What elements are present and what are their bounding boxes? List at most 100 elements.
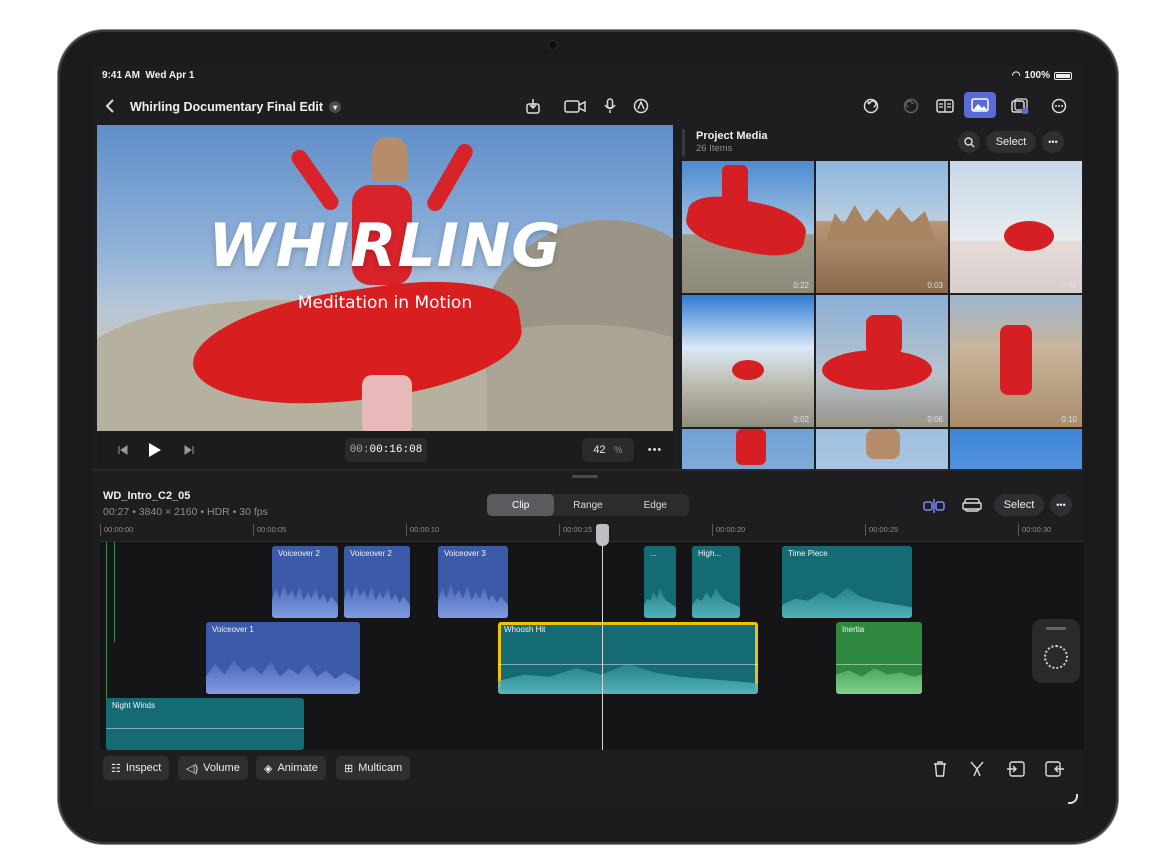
browser-more-button[interactable]: ••• [1042, 131, 1064, 153]
media-thumbnail[interactable] [950, 429, 1082, 469]
audio-clip[interactable]: Voiceover 2 [272, 546, 338, 618]
playhead[interactable] [602, 526, 603, 750]
multicam-icon: ⊞ [344, 762, 354, 775]
edit-mode-segmented: Clip Range Edge [487, 494, 689, 516]
search-icon[interactable] [958, 131, 980, 153]
more-icon[interactable] [1047, 94, 1071, 118]
thumb-figure [866, 315, 902, 355]
volume-line [106, 728, 304, 730]
browser-subtitle: 26 Items [696, 143, 733, 154]
ruler-tick: 00:00:00 [100, 524, 133, 536]
audio-clip[interactable]: ... [644, 546, 676, 618]
media-thumbnail[interactable]: 0:10 [950, 295, 1082, 427]
snapping-icon[interactable] [922, 494, 946, 518]
chevron-left-icon[interactable] [98, 94, 122, 118]
zoom-control[interactable]: 42 % [582, 438, 634, 462]
media-thumbnail[interactable] [682, 429, 814, 469]
playhead-handle[interactable] [596, 524, 609, 546]
thumb-figure [1000, 325, 1032, 395]
animate-button[interactable]: ◈ Animate [256, 756, 326, 780]
segment-edge[interactable]: Edge [622, 494, 689, 516]
clip-label: Time Piece [788, 549, 828, 558]
volume-line [836, 663, 922, 665]
bottom-toolbar: ☷ Inspect ◁) Volume ◈ Animate ⊞ Multicam [92, 750, 1084, 808]
audio-clip[interactable]: Voiceover 2 [344, 546, 410, 618]
inspect-button[interactable]: ☷ Inspect [103, 756, 170, 780]
timeline-select-button[interactable]: Select [994, 494, 1044, 516]
inspect-icon: ☷ [111, 762, 121, 775]
resize-handle[interactable] [572, 475, 598, 478]
thumb-duration: 0:06 [927, 415, 943, 424]
segment-range[interactable]: Range [554, 494, 621, 516]
viewer-more-button[interactable]: ••• [643, 438, 667, 462]
add-media-icon[interactable] [1008, 94, 1032, 118]
media-thumbnail[interactable]: 0:06 [816, 295, 948, 427]
segment-clip[interactable]: Clip [487, 494, 555, 516]
dancer-hat [372, 137, 408, 181]
timeline-more-button[interactable]: ••• [1050, 494, 1072, 516]
jog-knob[interactable] [1044, 645, 1068, 669]
ruler-tick: 00:00:15 [559, 524, 592, 536]
ruler-tick: 00:00:30 [1018, 524, 1051, 536]
video-viewer[interactable]: WHIRLING Meditation in Motion [97, 125, 673, 431]
inspector-layout-icon[interactable] [933, 94, 957, 118]
chevron-down-icon: ▾ [329, 101, 342, 113]
voiceover-icon[interactable] [629, 94, 653, 118]
waveform [344, 583, 410, 618]
media-thumbnail[interactable]: 0:03 [816, 161, 948, 293]
trash-icon[interactable] [929, 758, 951, 780]
browser-title: Project Media [696, 130, 768, 142]
audio-clip[interactable]: Night Winds [106, 698, 304, 750]
media-thumbnail[interactable]: 0:02 [950, 161, 1082, 293]
skip-back-icon[interactable] [111, 438, 135, 462]
photos-browser-icon[interactable] [964, 92, 996, 118]
status-time: 9:41 AM Wed Apr 1 [102, 70, 195, 81]
audio-clip[interactable]: Voiceover 1 [206, 622, 360, 694]
waveform [206, 659, 360, 694]
thumb-duration: 0:10 [1061, 415, 1077, 424]
clip-label: ... [650, 549, 657, 558]
jog-grabber [1046, 627, 1066, 630]
detach-audio-icon[interactable] [966, 758, 988, 780]
speaker-icon: ◁) [186, 762, 199, 775]
jog-wheel[interactable] [1032, 619, 1080, 683]
multicam-button[interactable]: ⊞ Multicam [336, 756, 411, 780]
browser-divider [682, 129, 685, 157]
video-title-overlay: WHIRLING [208, 211, 562, 281]
import-icon[interactable] [521, 94, 545, 118]
audio-clip[interactable]: High... [692, 546, 740, 618]
split-icon[interactable] [1005, 758, 1027, 780]
music-clip[interactable]: Inertia [836, 622, 922, 694]
thumb-rocks [826, 205, 936, 241]
microphone-icon[interactable] [598, 94, 622, 118]
wifi-icon: ◠ [1011, 70, 1021, 81]
clip-label: Voiceover 2 [350, 549, 392, 558]
play-icon[interactable] [143, 438, 167, 462]
clip-info: WD_Intro_C2_05 00:27 • 3840 × 2160 • HDR… [103, 490, 268, 518]
selected-audio-clip[interactable]: Whoosh Hit [498, 622, 758, 694]
timeline-ruler[interactable]: 00:00:00 00:00:05 00:00:10 00:00:15 00:0… [100, 524, 1084, 542]
animate-icon: ◈ [264, 762, 273, 775]
volume-button[interactable]: ◁) Volume [178, 756, 248, 780]
camera-icon[interactable] [563, 94, 587, 118]
audio-clip[interactable]: Voiceover 3 [438, 546, 508, 618]
project-title[interactable]: Whirling Documentary Final Edit ▾ [130, 100, 342, 114]
timeline-view-icon[interactable] [960, 494, 984, 518]
front-camera [548, 40, 558, 50]
timeline[interactable]: Voiceover 2 Voiceover 2 Voiceover 3 ... … [100, 542, 1084, 750]
thumb-duration: 0:02 [793, 415, 809, 424]
media-thumbnail[interactable] [816, 429, 948, 469]
dancer-arm [424, 141, 476, 214]
insert-icon[interactable] [1044, 758, 1066, 780]
media-thumbnail[interactable]: 0:02 [682, 295, 814, 427]
redo-icon[interactable] [899, 94, 923, 118]
ruler-tick: 00:00:25 [865, 524, 898, 536]
thumb-figure [732, 360, 764, 380]
thumb-figure [682, 189, 810, 263]
undo-icon[interactable] [859, 94, 883, 118]
timecode-display[interactable]: 00: 00:16:08 [345, 438, 427, 462]
skip-forward-icon[interactable] [177, 438, 201, 462]
browser-select-button[interactable]: Select [986, 131, 1036, 153]
media-thumbnail[interactable]: 0:22 [682, 161, 814, 293]
audio-clip[interactable]: Time Piece [782, 546, 912, 618]
